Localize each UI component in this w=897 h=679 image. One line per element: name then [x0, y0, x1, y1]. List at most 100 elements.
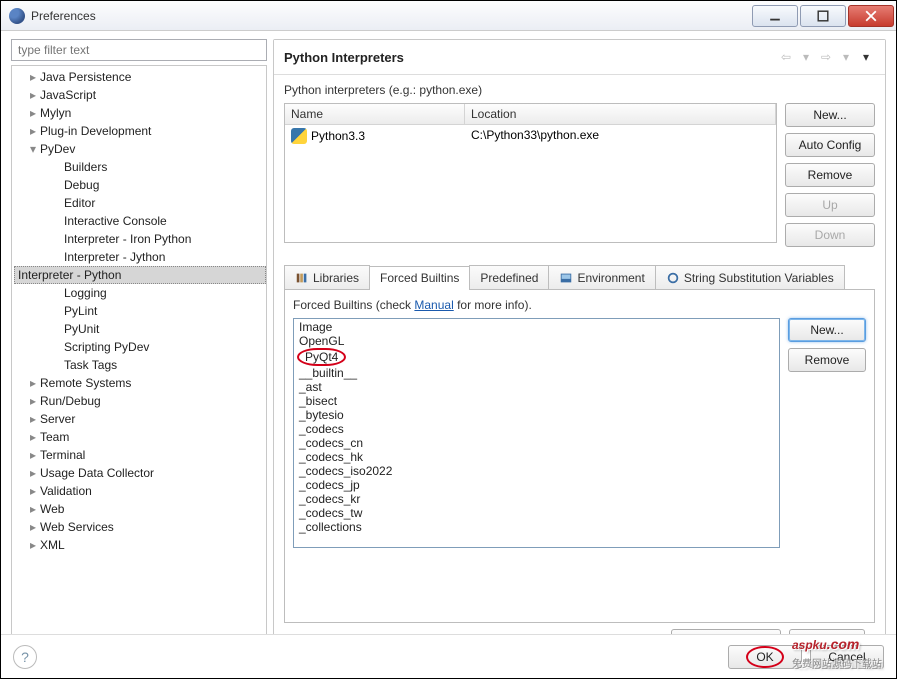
interp-name: Python3.3: [311, 129, 365, 143]
ok-button[interactable]: OK: [728, 645, 802, 669]
dialog-bottom-bar: ? OK Cancel: [1, 634, 896, 678]
interpreters-row: Name Location Python3.3 C:\Python33\pyth…: [284, 103, 875, 247]
list-item[interactable]: _collections: [295, 520, 778, 534]
minimize-button[interactable]: [752, 5, 798, 27]
tree-item[interactable]: Interpreter - Iron Python: [14, 230, 266, 248]
tree-item[interactable]: PyLint: [14, 302, 266, 320]
tree-item[interactable]: ▸Server: [14, 410, 266, 428]
tree-item[interactable]: ▸Java Persistence: [14, 68, 266, 86]
titlebar: Preferences: [1, 1, 896, 31]
help-button[interactable]: ?: [13, 645, 37, 669]
builtins-list[interactable]: ImageOpenGLPyQt4__builtin___ast_bisect_b…: [293, 318, 780, 548]
app-icon: [9, 8, 25, 24]
tree-item[interactable]: ▸Mylyn: [14, 104, 266, 122]
nav-arrows: ⇦ ▾ ⇨ ▾ ▾: [777, 48, 875, 66]
stringsub-icon: [666, 271, 680, 285]
python-icon: [291, 128, 307, 144]
tree-item[interactable]: ▸Plug-in Development: [14, 122, 266, 140]
tree-item[interactable]: Builders: [14, 158, 266, 176]
watermark: aspku.com 免费网站源码下载站: [792, 629, 882, 670]
list-item[interactable]: OpenGL: [295, 334, 778, 348]
list-item[interactable]: _codecs_tw: [295, 506, 778, 520]
list-item[interactable]: PyQt4: [295, 348, 778, 366]
close-button[interactable]: [848, 5, 894, 27]
page-title: Python Interpreters: [284, 50, 404, 65]
tree-item[interactable]: ▸Web: [14, 500, 266, 518]
list-item[interactable]: _bytesio: [295, 408, 778, 422]
nav-back-menu-icon[interactable]: ▾: [797, 48, 815, 66]
tab-body: Forced Builtins (check Manual for more i…: [284, 290, 875, 623]
page-body: Python interpreters (e.g.: python.exe) N…: [274, 75, 885, 667]
tab-environment[interactable]: Environment: [548, 265, 655, 289]
list-item[interactable]: __builtin__: [295, 366, 778, 380]
list-item[interactable]: _codecs_hk: [295, 450, 778, 464]
list-item[interactable]: _ast: [295, 380, 778, 394]
tab-string-sub[interactable]: String Substitution Variables: [655, 265, 845, 289]
nav-back-icon[interactable]: ⇦: [777, 48, 795, 66]
tab-predefined[interactable]: Predefined: [469, 265, 549, 289]
up-button[interactable]: Up: [785, 193, 875, 217]
builtins-row: ImageOpenGLPyQt4__builtin___ast_bisect_b…: [293, 318, 866, 614]
tree-item[interactable]: ▸Terminal: [14, 446, 266, 464]
tree-item[interactable]: ▸JavaScript: [14, 86, 266, 104]
interp-buttons: New... Auto Config Remove Up Down: [785, 103, 875, 247]
nav-forward-icon[interactable]: ⇨: [817, 48, 835, 66]
col-location[interactable]: Location: [465, 104, 776, 124]
tree-item[interactable]: Task Tags: [14, 356, 266, 374]
tree-item[interactable]: Interpreter - Python: [14, 266, 266, 284]
table-row[interactable]: Python3.3 C:\Python33\python.exe: [285, 125, 776, 147]
interp-location: C:\Python33\python.exe: [465, 125, 776, 147]
forced-desc: Forced Builtins (check Manual for more i…: [293, 298, 866, 312]
list-item[interactable]: _codecs: [295, 422, 778, 436]
tree-item[interactable]: ▸Web Services: [14, 518, 266, 536]
new-interp-button[interactable]: New...: [785, 103, 875, 127]
nav-forward-menu-icon[interactable]: ▾: [837, 48, 855, 66]
list-item[interactable]: _codecs_jp: [295, 478, 778, 492]
maximize-button[interactable]: [800, 5, 846, 27]
right-panel: Python Interpreters ⇦ ▾ ⇨ ▾ ▾ Python int…: [273, 39, 886, 668]
down-button[interactable]: Down: [785, 223, 875, 247]
page-header: Python Interpreters ⇦ ▾ ⇨ ▾ ▾: [274, 40, 885, 75]
tree-item[interactable]: Logging: [14, 284, 266, 302]
tabbar: Libraries Forced Builtins Predefined Env…: [284, 265, 875, 290]
nav-menu-icon[interactable]: ▾: [857, 48, 875, 66]
tree-item[interactable]: PyUnit: [14, 320, 266, 338]
builtins-buttons: New... Remove: [788, 318, 866, 614]
filter-input[interactable]: [11, 39, 267, 61]
content: ▸Java Persistence▸JavaScript▸Mylyn▸Plug-…: [1, 31, 896, 678]
list-item[interactable]: _codecs_kr: [295, 492, 778, 506]
col-name[interactable]: Name: [285, 104, 465, 124]
list-item[interactable]: _codecs_cn: [295, 436, 778, 450]
tree-item[interactable]: ▸Team: [14, 428, 266, 446]
window-title: Preferences: [31, 9, 96, 23]
tree-item[interactable]: ▸XML: [14, 536, 266, 554]
environment-icon: [559, 271, 573, 285]
list-item[interactable]: _codecs_iso2022: [295, 464, 778, 478]
tree-item[interactable]: Interactive Console: [14, 212, 266, 230]
tree-item[interactable]: ▸Usage Data Collector: [14, 464, 266, 482]
table-header: Name Location: [285, 104, 776, 125]
tree-item[interactable]: Interpreter - Jython: [14, 248, 266, 266]
auto-config-button[interactable]: Auto Config: [785, 133, 875, 157]
tree-item[interactable]: ▸Remote Systems: [14, 374, 266, 392]
pref-tree[interactable]: ▸Java Persistence▸JavaScript▸Mylyn▸Plug-…: [11, 65, 267, 668]
libraries-icon: [295, 271, 309, 285]
tab-forced-builtins[interactable]: Forced Builtins: [369, 266, 470, 290]
tree-item[interactable]: Debug: [14, 176, 266, 194]
remove-builtin-button[interactable]: Remove: [788, 348, 866, 372]
tab-libraries[interactable]: Libraries: [284, 265, 370, 289]
remove-interp-button[interactable]: Remove: [785, 163, 875, 187]
tree-item[interactable]: ▸Run/Debug: [14, 392, 266, 410]
list-item[interactable]: Image: [295, 320, 778, 334]
tree-item[interactable]: Scripting PyDev: [14, 338, 266, 356]
manual-link[interactable]: Manual: [414, 298, 453, 312]
left-panel: ▸Java Persistence▸JavaScript▸Mylyn▸Plug-…: [11, 39, 267, 668]
new-builtin-button[interactable]: New...: [788, 318, 866, 342]
interpreters-table[interactable]: Name Location Python3.3 C:\Python33\pyth…: [284, 103, 777, 243]
page-description: Python interpreters (e.g.: python.exe): [284, 83, 875, 97]
tree-item[interactable]: ▸Validation: [14, 482, 266, 500]
list-item[interactable]: _bisect: [295, 394, 778, 408]
window-buttons: [752, 5, 894, 27]
tree-item[interactable]: Editor: [14, 194, 266, 212]
tree-item[interactable]: ▾PyDev: [14, 140, 266, 158]
